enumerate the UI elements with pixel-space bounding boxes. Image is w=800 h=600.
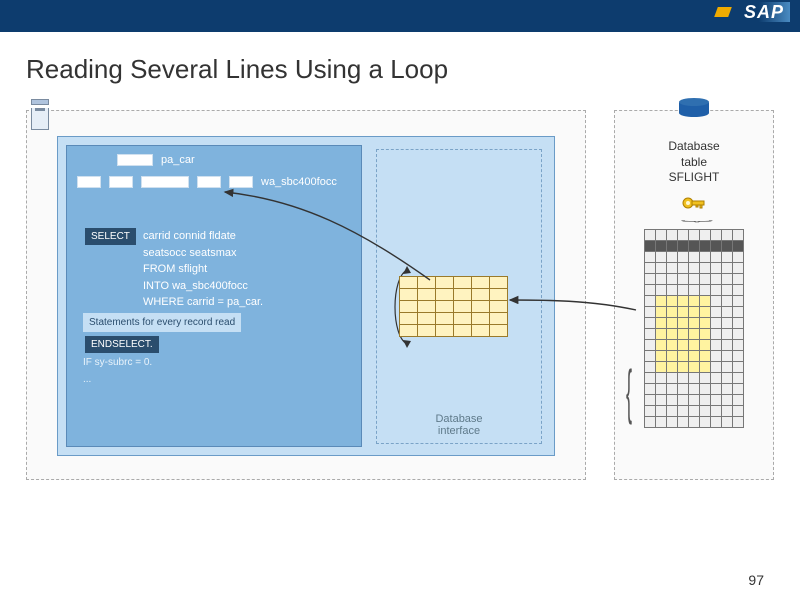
page-number: 97 bbox=[748, 572, 764, 588]
select-block: SELECT carrid connid fldate seatsocc sea… bbox=[85, 228, 351, 387]
db-table-grid bbox=[644, 229, 744, 428]
key-brace-icon: ⏟ bbox=[457, 214, 800, 219]
ellipsis: ... bbox=[83, 372, 351, 387]
key-icon bbox=[682, 196, 706, 210]
select-line-4: INTO wa_sbc400focc bbox=[143, 278, 263, 295]
buffer-table-icon bbox=[399, 276, 508, 337]
workarea-label: wa_sbc400focc bbox=[261, 176, 337, 188]
parameter-row: pa_car bbox=[77, 154, 351, 166]
database-panel: Database table SFLIGHT ⏟ { bbox=[614, 110, 774, 480]
db-table-title: Database table SFLIGHT bbox=[615, 111, 773, 186]
top-banner: SAP bbox=[0, 0, 800, 32]
select-line-3: FROM sflight bbox=[143, 261, 263, 278]
slide-title: Reading Several Lines Using a Loop bbox=[0, 32, 800, 85]
param-label: pa_car bbox=[161, 154, 195, 166]
workarea-row: wa_sbc400focc bbox=[77, 176, 351, 188]
if-subrc-line: IF sy-subrc = 0. bbox=[83, 355, 351, 370]
select-keyword: SELECT bbox=[85, 228, 136, 245]
loop-body-comment: Statements for every record read bbox=[83, 313, 241, 332]
selection-brace-icon: { bbox=[626, 357, 632, 426]
endselect-keyword: ENDSELECT. bbox=[85, 336, 159, 353]
select-line-1: carrid connid fldate bbox=[143, 228, 263, 245]
db-interface-box: Database interface bbox=[376, 149, 542, 444]
sap-logo: SAP bbox=[738, 2, 790, 23]
program-box: pa_car wa_sbc400focc SELECT carrid conni… bbox=[57, 136, 555, 456]
select-line-2: seatsocc seatsmax bbox=[143, 245, 263, 262]
program-stage: pa_car wa_sbc400focc SELECT carrid conni… bbox=[26, 110, 586, 480]
database-cylinder-icon bbox=[679, 99, 709, 119]
param-slot bbox=[117, 154, 153, 166]
server-icon bbox=[31, 99, 49, 127]
db-interface-label: Database interface bbox=[377, 413, 541, 437]
select-line-5: WHERE carrid = pa_car. bbox=[143, 294, 263, 311]
abap-code-panel: pa_car wa_sbc400focc SELECT carrid conni… bbox=[66, 145, 362, 447]
